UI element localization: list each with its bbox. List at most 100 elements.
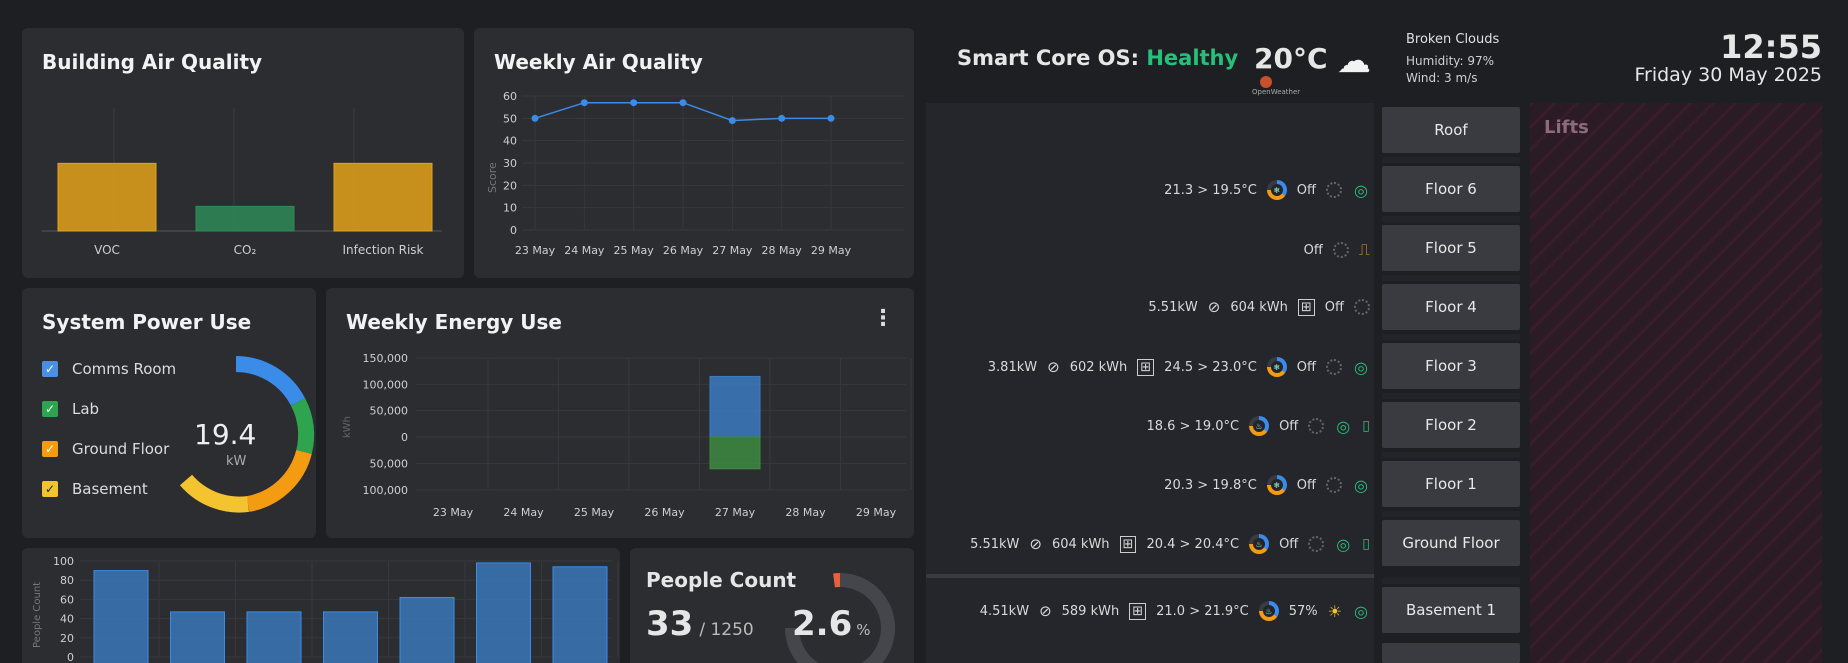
target-icon[interactable]: ◎: [1352, 181, 1370, 200]
floor-5-status: Off ⎍: [1110, 240, 1370, 260]
y-tick-label: 150,000: [363, 352, 409, 365]
energy-icon[interactable]: ⊞: [1297, 298, 1315, 316]
hvac-ring-icon[interactable]: ♨: [1258, 601, 1279, 621]
power-unit: kW: [226, 454, 247, 469]
floor-button-floor-1[interactable]: Floor 1: [1382, 461, 1520, 507]
bar: [709, 436, 761, 470]
hvac-ring-icon[interactable]: ❄: [1266, 475, 1287, 495]
floor-button-floor-3[interactable]: Floor 3: [1382, 343, 1520, 389]
power-title: System Power Use: [42, 310, 252, 334]
legend-label: Basement: [72, 480, 148, 498]
loading-icon: [1326, 359, 1342, 375]
y-tick-label: 100,000: [363, 378, 409, 391]
y-tick-label: 50,000: [370, 405, 409, 418]
hvac-state: Off: [1324, 299, 1344, 315]
floor-button-floor-4[interactable]: Floor 4: [1382, 284, 1520, 330]
floor-button-next[interactable]: [1382, 643, 1520, 663]
temp-setpoint: 21.0 > 21.9°C: [1156, 603, 1249, 619]
floor-button-floor-5[interactable]: Floor 5: [1382, 225, 1520, 271]
floor-button-ground-floor[interactable]: Ground Floor: [1382, 520, 1520, 566]
checkbox-icon[interactable]: ✓: [42, 361, 58, 377]
floor-separator: [1382, 334, 1520, 340]
hvac-ring-icon[interactable]: ❄: [1266, 180, 1287, 200]
data-point: [630, 99, 638, 107]
x-tick-label: 26 May: [644, 506, 685, 519]
data-point: [679, 99, 687, 107]
cloud-icon: ☁: [1337, 41, 1371, 81]
legend-label: Lab: [72, 400, 100, 418]
y-tick-label: 0: [510, 224, 517, 237]
legend-ground-floor[interactable]: ✓ Ground Floor: [42, 440, 169, 458]
weather-humidity: Humidity: 97%: [1406, 54, 1495, 68]
y-tick-label: 20: [60, 632, 74, 645]
checkbox-icon[interactable]: ✓: [42, 481, 58, 497]
y-tick-label: 60: [60, 593, 74, 606]
data-point: [728, 117, 736, 125]
x-tick-label: 26 May: [663, 244, 704, 257]
phone-icon[interactable]: ▯: [1362, 418, 1370, 434]
bar: [57, 162, 157, 232]
target-icon[interactable]: ◎: [1352, 358, 1370, 377]
hvac-ring-icon[interactable]: ♨: [1249, 534, 1270, 554]
temp-setpoint: 18.6 > 19.0°C: [1146, 418, 1240, 434]
bar: [170, 611, 225, 663]
data-point: [827, 114, 835, 122]
floor-separator: [1382, 393, 1520, 399]
air-quality-chart: VOC CO₂ Infection Risk: [42, 108, 442, 257]
y-tick-label: 100,000: [363, 484, 409, 497]
floor-separator: [1382, 275, 1520, 281]
provider-name: OpenWeather: [1252, 88, 1301, 96]
hvac-state: Off: [1296, 477, 1316, 493]
percent: 2.6: [792, 604, 853, 644]
temp-setpoint: 20.4 > 20.4°C: [1146, 536, 1240, 552]
floor-divider: [926, 574, 1374, 578]
hvac-state: Off: [1279, 418, 1299, 434]
energy-reading: 604 kWh: [1230, 299, 1288, 315]
floor-1-status: 20.3 > 19.8°C ❄ Off ◎: [1110, 475, 1370, 495]
checkbox-icon[interactable]: ✓: [42, 401, 58, 417]
floor-button-floor-2[interactable]: Floor 2: [1382, 402, 1520, 448]
people-chart-ylabel: People Count: [32, 582, 43, 648]
hvac-state: Off: [1296, 182, 1316, 198]
phone-icon[interactable]: ▯: [1362, 536, 1370, 552]
target-icon[interactable]: ◎: [1352, 476, 1370, 495]
meter-icon[interactable]: ⊘: [1047, 358, 1060, 376]
system-status-value: Healthy: [1146, 46, 1239, 70]
energy-icon[interactable]: ⊞: [1119, 535, 1137, 553]
floor-separator: [1382, 452, 1520, 458]
hvac-state: 57%: [1288, 603, 1318, 619]
sun-icon[interactable]: ☀: [1328, 602, 1342, 621]
meter-icon[interactable]: ⊘: [1039, 602, 1052, 620]
y-tick-label: 20: [503, 179, 517, 192]
bar-label: Infection Risk: [342, 243, 423, 257]
system-status: Smart Core OS: Healthy: [957, 46, 1238, 70]
x-tick-label: 23 May: [515, 244, 556, 257]
target-icon[interactable]: ◎: [1334, 417, 1352, 436]
floor-button-roof[interactable]: Roof: [1382, 107, 1520, 153]
bar: [476, 562, 531, 663]
meter-icon[interactable]: ⊘: [1029, 535, 1042, 553]
floor-button-floor-6[interactable]: Floor 6: [1382, 166, 1520, 212]
energy-icon[interactable]: ⊞: [1129, 602, 1147, 620]
meter-icon[interactable]: ⊘: [1208, 298, 1221, 316]
y-tick-label: 80: [60, 574, 74, 587]
y-tick-label: 10: [503, 202, 517, 215]
lifts-title: Lifts: [1544, 117, 1589, 138]
legend-lab[interactable]: ✓ Lab: [42, 400, 99, 418]
target-icon[interactable]: ◎: [1334, 535, 1352, 554]
door-icon[interactable]: ⎍: [1359, 240, 1370, 260]
y-tick-label: 60: [503, 90, 517, 103]
floor-button-basement-1[interactable]: Basement 1: [1382, 587, 1520, 633]
x-tick-label: 24 May: [564, 244, 605, 257]
weekly-energy-chart: kWh 150,000 100,000 50,000 0 50,000 100,000 23…: [342, 352, 912, 519]
floor-4-status: 5.51kW ⊘ 604 kWh ⊞ Off: [1040, 298, 1370, 316]
legend-basement[interactable]: ✓ Basement: [42, 480, 148, 498]
energy-icon[interactable]: ⊞: [1137, 358, 1155, 376]
hvac-state: Off: [1279, 536, 1299, 552]
hvac-ring-icon[interactable]: ♨: [1249, 416, 1270, 436]
bar: [246, 611, 302, 663]
target-icon[interactable]: ◎: [1352, 602, 1370, 621]
checkbox-icon[interactable]: ✓: [42, 441, 58, 457]
hvac-ring-icon[interactable]: ❄: [1266, 357, 1287, 377]
y-tick-label: 40: [60, 613, 74, 626]
